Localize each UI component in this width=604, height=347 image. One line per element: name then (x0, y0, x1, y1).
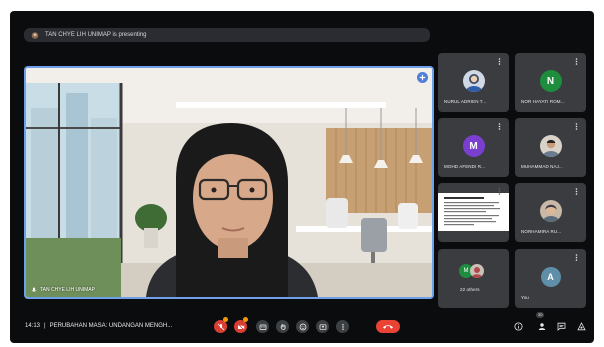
participant-tile[interactable]: MUHAMMAD NAJ... (515, 118, 586, 177)
screen-thumbnail (438, 193, 509, 231)
others-tile[interactable]: M 22 others (438, 249, 509, 308)
mic-off-icon (217, 323, 224, 330)
participant-name: NOR HAYATI ROM... (521, 99, 565, 104)
presenting-banner-text: TAN CHYE LIH UNIMAP is presenting (45, 32, 147, 38)
participant-tile-screen[interactable] (438, 183, 509, 242)
mic-alert-dot (223, 317, 228, 322)
main-speaker-label: TAN CHYE LIH UNIMAP (31, 287, 95, 293)
emoji-button[interactable] (296, 320, 309, 333)
more-vert-icon[interactable] (497, 188, 502, 195)
meeting-details-button[interactable] (513, 321, 524, 332)
info-icon (514, 322, 523, 331)
activities-icon (577, 322, 586, 331)
main-video-tile[interactable]: TAN CHYE LIH UNIMAP (24, 66, 434, 299)
captions-button[interactable] (256, 320, 269, 333)
meeting-title: PERUBAHAN MASA: UNDANGAN MENGH... (49, 323, 173, 329)
more-vert-icon[interactable] (574, 188, 579, 195)
main-speaker-name: TAN CHYE LIH UNIMAP (40, 287, 95, 293)
chat-button[interactable] (556, 321, 567, 332)
activities-button[interactable] (576, 321, 587, 332)
self-tile[interactable]: A You (515, 249, 586, 308)
participant-tile[interactable]: N NOR HAYATI ROM... (515, 53, 586, 112)
avatar (470, 264, 484, 278)
captions-icon (259, 324, 266, 330)
people-icon (538, 323, 545, 330)
more-vert-icon[interactable] (574, 254, 579, 261)
participant-name: MUHAMMAD NAJ... (521, 164, 563, 169)
others-count: 22 others (460, 287, 480, 292)
others-avatars: M (459, 264, 484, 278)
avatar: M (462, 135, 485, 157)
people-count-badge: 30 (536, 312, 545, 318)
participant-name: NORHAMIRA RU... (521, 229, 562, 234)
more-options-icon (341, 323, 344, 330)
control-bar: 14:13 | PERUBAHAN MASA: UNDANGAN MENGH..… (10, 311, 594, 343)
present-screen-icon (319, 323, 326, 330)
participant-tile[interactable]: M MOHD AFENDI R... (438, 118, 509, 177)
participant-tile[interactable]: NORHAMIRA RU... (515, 183, 586, 242)
avatar: N (539, 70, 562, 92)
chat-icon (557, 322, 566, 331)
hang-up-icon (383, 325, 393, 329)
avatar (539, 200, 562, 222)
participant-name: NURUL ADRIEN T... (444, 99, 487, 104)
meeting-separator: | (44, 323, 46, 329)
camera-off-icon (237, 323, 244, 330)
mic-icon (31, 287, 37, 292)
more-vert-icon[interactable] (497, 58, 502, 65)
self-name: You (521, 295, 529, 300)
meet-window: TAN CHYE LIH UNIMAP is presenting TAN CH… (10, 11, 594, 343)
present-screen-button[interactable] (316, 320, 329, 333)
more-options-button[interactable] (336, 320, 349, 333)
raise-hand-icon (280, 323, 286, 330)
camera-alert-dot (243, 317, 248, 322)
participant-tile[interactable]: NURUL ADRIEN T... (438, 53, 509, 112)
pin-icon[interactable] (417, 72, 428, 83)
avatar: A (540, 267, 561, 287)
meeting-info: 14:13 | PERUBAHAN MASA: UNDANGAN MENGH..… (25, 323, 172, 329)
raise-hand-button[interactable] (276, 320, 289, 333)
more-vert-icon[interactable] (574, 58, 579, 65)
meeting-time: 14:13 (25, 323, 41, 329)
participant-name: MOHD AFENDI R... (444, 164, 486, 169)
more-vert-icon[interactable] (574, 123, 579, 130)
presenter-icon (30, 31, 40, 39)
leave-call-button[interactable] (376, 320, 400, 333)
more-vert-icon[interactable] (497, 123, 502, 130)
avatar (462, 70, 485, 92)
presenting-banner: TAN CHYE LIH UNIMAP is presenting (24, 28, 430, 42)
people-button[interactable] (536, 321, 547, 332)
avatar (539, 135, 562, 157)
speaker-video (26, 68, 432, 297)
emoji-icon (299, 323, 306, 330)
